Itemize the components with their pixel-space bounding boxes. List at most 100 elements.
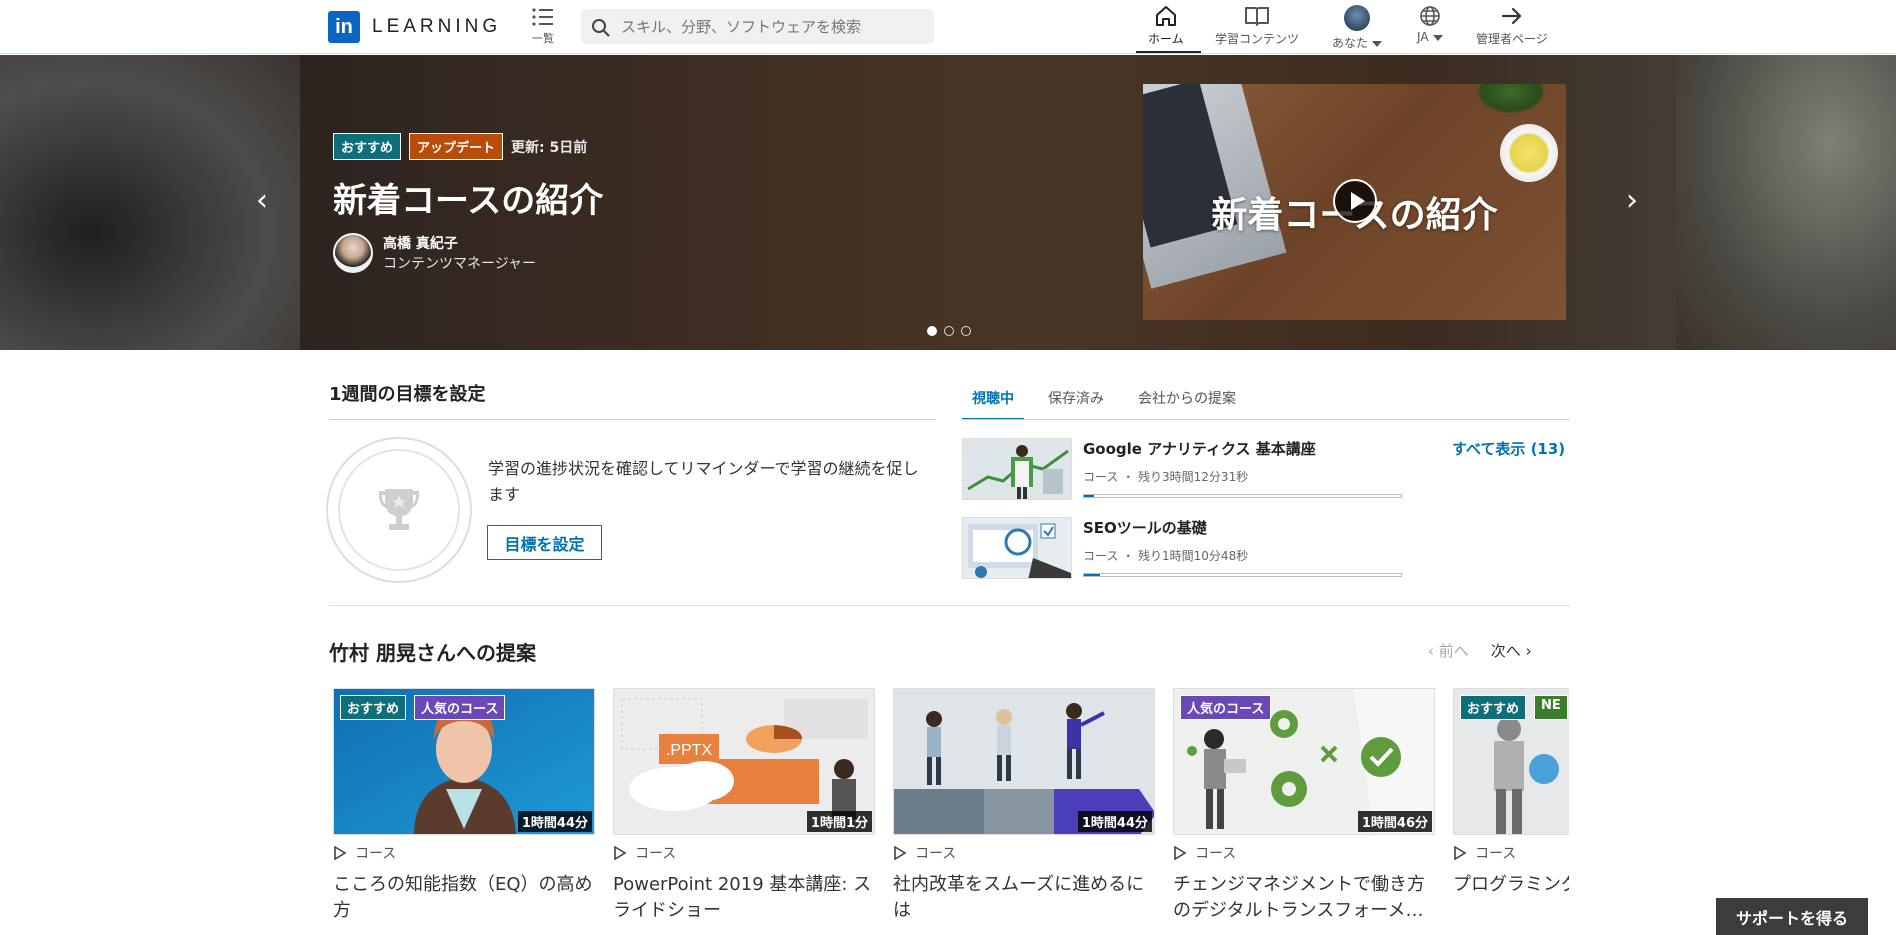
search-icon (592, 19, 610, 37)
hero-badges: おすすめ アップデート 更新: 5日前 (333, 133, 587, 160)
course-thumbnail[interactable] (962, 517, 1072, 579)
carousel-dot[interactable] (961, 326, 971, 336)
card-title[interactable]: チェンジマネジメントで働き方のデジタルトランスフォーメ… (1173, 872, 1435, 924)
hero-author: 高橋 真紀子 コンテンツマネージャー (333, 233, 536, 273)
user-avatar (1344, 5, 1370, 31)
hero-video-thumbnail[interactable]: 新着コースの紹介 (1143, 84, 1566, 320)
card-thumbnail[interactable]: おすすめ NE (1453, 688, 1569, 835)
author-role: コンテンツマネージャー (383, 256, 537, 272)
card-badges: おすすめ 人気のコース (340, 695, 506, 720)
tab-2[interactable]: 会社からの提案 (1128, 380, 1246, 420)
course-meta: コース ・ 残り1時間10分48秒 (1083, 549, 1249, 563)
tab-0[interactable]: 視聴中 (962, 380, 1024, 420)
cup-image (1500, 124, 1558, 182)
play-outline-icon (334, 846, 347, 860)
search-box (581, 9, 934, 44)
card-type: コース (333, 843, 595, 863)
chevron-down-icon (1372, 40, 1383, 47)
author-avatar (333, 233, 373, 273)
nav-content-label: 学習コンテンツ (1215, 32, 1300, 46)
tab-1[interactable]: 保存済み (1038, 380, 1114, 420)
watching-course[interactable]: Google アナリティクス 基本講座 コース ・ 残り3時間12分31秒 (962, 438, 1442, 500)
card-title[interactable]: こころの知能指数（EQ）の高め方 (333, 872, 595, 924)
author-name: 高橋 真紀子 (383, 236, 458, 252)
card-thumbnail[interactable]: .PPTX 1時間1分 (613, 688, 875, 835)
nav-language[interactable]: JA (1417, 5, 1443, 44)
globe-icon (1419, 6, 1440, 26)
nav-me-label: あなた (1332, 36, 1369, 50)
carousel-dot[interactable] (944, 326, 954, 336)
carousel-dot[interactable] (927, 326, 937, 336)
card-thumbnail[interactable]: おすすめ 人気のコース 1時間44分 (333, 688, 595, 835)
nav-home[interactable]: ホーム (1148, 5, 1184, 47)
card-type: コース (613, 843, 875, 863)
course-title[interactable]: SEOツールの基礎 (1083, 517, 1207, 538)
card-thumbnail[interactable]: 1時間44分 (893, 688, 1155, 835)
play-outline-icon (1454, 846, 1467, 860)
nav-admin[interactable]: 管理者ページ (1476, 5, 1548, 47)
course-progress-bar (1083, 494, 1402, 498)
card-badge: 人気のコース (1180, 695, 1272, 720)
recommendations-title: 竹村 朋晃さんへの提案 (329, 641, 536, 665)
linkedin-learning-logo[interactable]: in LEARNING (328, 11, 501, 43)
book-icon (1245, 7, 1269, 26)
play-outline-icon (614, 846, 627, 860)
logo-text: LEARNING (372, 16, 502, 37)
duration-label: 1時間44分 (1077, 811, 1152, 832)
browse-button[interactable]: 一覧 (525, 6, 561, 46)
top-nav-bar: in LEARNING 一覧 ホーム 学習コンテンツ あなた JA 管理者ページ (0, 0, 1896, 54)
course-title[interactable]: Google アナリティクス 基本講座 (1083, 438, 1316, 459)
next-page-button[interactable]: 次へ › (1491, 640, 1532, 661)
recommendations-pager: ‹ 前へ 次へ › (1428, 640, 1532, 661)
duration-label: 1時間1分 (806, 811, 872, 832)
card-clip: おすすめ NE コース プログラミング構造 (1453, 688, 1569, 935)
card-type: コース (1173, 843, 1435, 863)
arrow-right-icon (1501, 7, 1521, 25)
course-card[interactable]: おすすめ 人気のコース 1時間44分 コース こころの知能指数（EQ）の高め方 (333, 688, 595, 924)
set-goal-button[interactable]: 目標を設定 (487, 525, 602, 560)
card-badge: NE (1534, 695, 1568, 720)
divider (329, 605, 1570, 606)
chevron-down-icon (1432, 34, 1443, 41)
divider (962, 419, 1570, 420)
course-card[interactable]: おすすめ NE コース プログラミング構造 (1453, 688, 1569, 898)
plant-image (1476, 84, 1546, 114)
support-button[interactable]: サポートを得る (1716, 898, 1868, 935)
hero-title[interactable]: 新着コースの紹介 (333, 173, 603, 222)
watching-course[interactable]: SEOツールの基礎 コース ・ 残り1時間10分48秒 (962, 517, 1442, 579)
course-progress-bar (1083, 573, 1402, 577)
search-input[interactable] (621, 9, 926, 44)
pptx-label: .PPTX (666, 742, 713, 759)
course-meta: コース ・ 残り3時間12分31秒 (1083, 470, 1249, 484)
card-title[interactable]: プログラミング構造 (1453, 872, 1569, 898)
hero-carousel: おすすめ アップデート 更新: 5日前 新着コースの紹介 高橋 真紀子 コンテン… (0, 55, 1896, 350)
course-card[interactable]: 1時間44分 コース 社内改革をスムーズに進めるには (893, 688, 1155, 924)
updated-time: 更新: 5日前 (511, 139, 588, 156)
goal-title: 1週間の目標を設定 (329, 384, 486, 405)
prev-page-button[interactable]: ‹ 前へ (1428, 640, 1469, 661)
goal-description: 学習の進捗状況を確認してリマインダーで学習の継続を促します (488, 459, 919, 504)
active-nav-indicator (1136, 51, 1201, 53)
update-badge: アップデート (409, 133, 504, 160)
hero-background-left (0, 55, 300, 350)
play-icon[interactable] (1333, 179, 1377, 223)
course-thumbnail[interactable] (962, 438, 1072, 500)
card-badge: おすすめ (1460, 695, 1527, 720)
home-icon (1155, 6, 1176, 26)
recommended-badge: おすすめ (333, 133, 402, 160)
nav-content[interactable]: 学習コンテンツ (1215, 5, 1299, 47)
content-tabs: 視聴中 保存済み 会社からの提案 (962, 380, 1260, 420)
nav-me[interactable]: あなた (1332, 5, 1383, 51)
carousel-next-arrow[interactable]: › (1626, 183, 1638, 218)
nav-home-label: ホーム (1148, 32, 1184, 46)
card-badges: 人気のコース (1180, 695, 1272, 720)
see-all-link[interactable]: すべて表示 (13) (1452, 438, 1565, 459)
card-title[interactable]: 社内改革をスムーズに進めるには (893, 872, 1155, 924)
card-title[interactable]: PowerPoint 2019 基本講座: スライドショー (613, 872, 875, 924)
card-thumbnail[interactable]: 人気のコース 1時間46分 (1173, 688, 1435, 835)
carousel-prev-arrow[interactable]: ‹ (256, 183, 268, 218)
course-card[interactable]: 人気のコース 1時間46分 コース チェンジマネジメントで働き方のデジタルトラン… (1173, 688, 1435, 924)
play-outline-icon (1174, 846, 1187, 860)
course-card[interactable]: .PPTX 1時間1分 コース PowerPoint 2019 基本講座: スラ… (613, 688, 875, 924)
list-icon (532, 8, 553, 26)
